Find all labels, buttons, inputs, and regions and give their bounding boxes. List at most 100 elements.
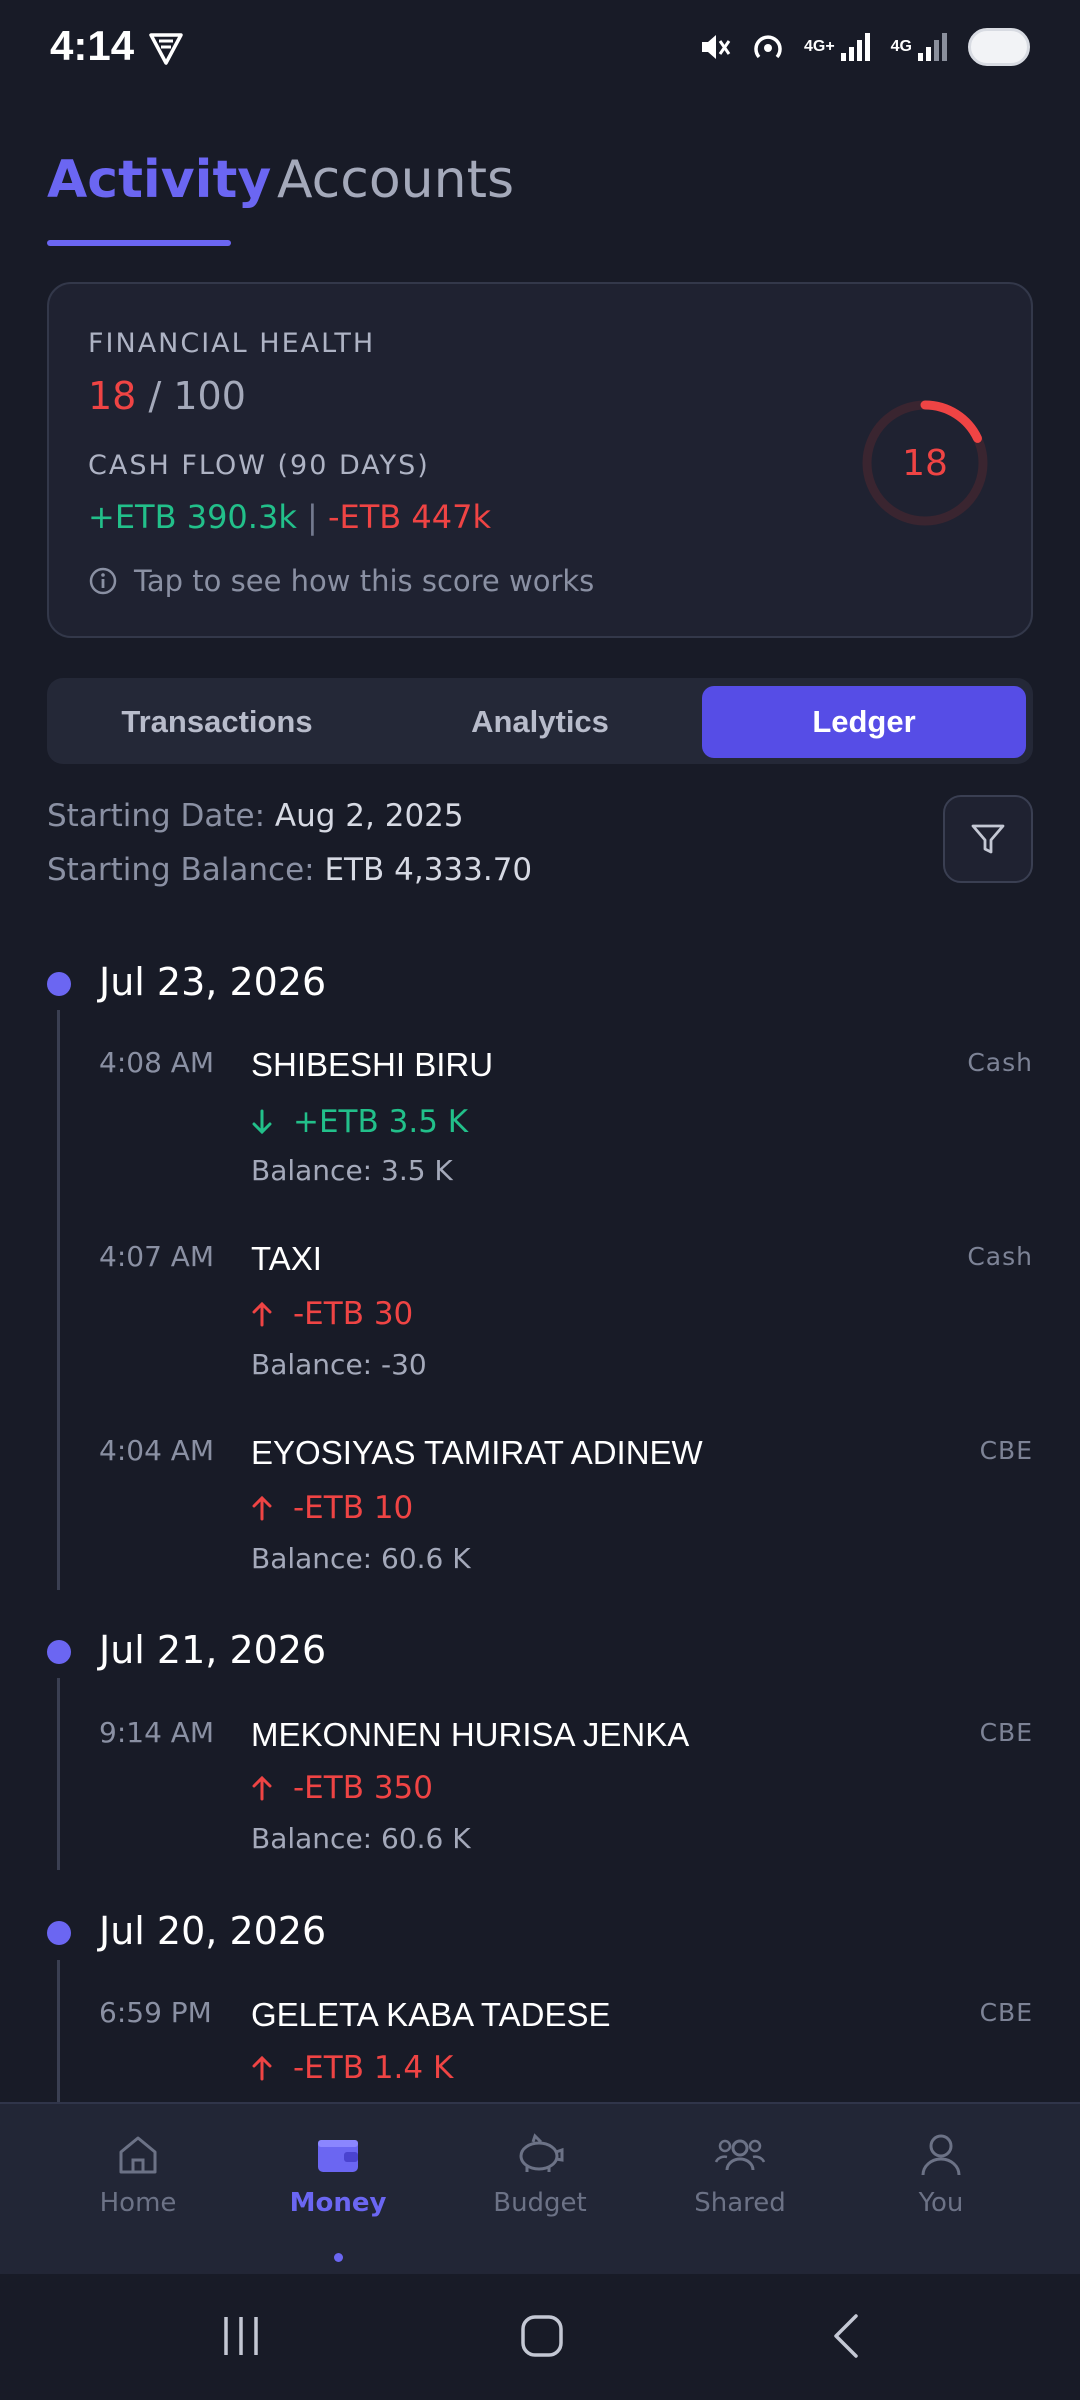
transaction-time: 6:59 PM bbox=[99, 1996, 212, 2029]
transaction-balance: Balance: -30 bbox=[251, 1348, 427, 1381]
nav-shared[interactable]: Shared bbox=[665, 2130, 815, 2218]
cashflow-title: CASH FLOW (90 DAYS) bbox=[88, 450, 430, 481]
transaction-amount: -ETB 350 bbox=[251, 1770, 433, 1806]
cashflow-inflow: +ETB 390.3k bbox=[88, 498, 297, 536]
signal-1-icon bbox=[840, 33, 870, 61]
wallet-icon bbox=[318, 2140, 358, 2172]
nav-home[interactable]: Home bbox=[63, 2130, 213, 2218]
score-info-text: Tap to see how this score works bbox=[134, 564, 595, 598]
arrow-down-icon bbox=[252, 1109, 272, 1135]
transaction-amount: -ETB 1.4 K bbox=[251, 2050, 453, 2086]
filter-icon bbox=[971, 824, 1005, 854]
nav-you[interactable]: You bbox=[866, 2130, 1016, 2218]
user-icon bbox=[921, 2134, 961, 2176]
transaction-amount: +ETB 3.5 K bbox=[251, 1104, 468, 1140]
date-marker bbox=[47, 972, 71, 996]
transaction-account: Cash bbox=[967, 1048, 1033, 1077]
status-time: 4:14 bbox=[50, 22, 135, 69]
transaction-balance: Balance: 3.5 K bbox=[251, 1154, 453, 1187]
recent-apps-icon[interactable] bbox=[218, 2313, 264, 2359]
status-icons: 4G+ 4G bbox=[698, 28, 1030, 66]
starting-date-label: Starting Date: bbox=[47, 798, 266, 834]
transaction-amount-value: -ETB 1.4 K bbox=[293, 2050, 454, 2086]
date-header: Jul 23, 2026 bbox=[99, 960, 327, 1004]
arrow-up-icon bbox=[252, 1495, 272, 1521]
back-icon[interactable] bbox=[826, 2312, 866, 2360]
hotspot-icon bbox=[754, 35, 782, 59]
network-1: 4G+ bbox=[804, 31, 873, 63]
transaction-amount: -ETB 30 bbox=[251, 1296, 413, 1332]
timeline-line bbox=[57, 1678, 60, 1870]
filter-button[interactable] bbox=[943, 795, 1033, 883]
cashflow-values: +ETB 390.3k | -ETB 447k bbox=[88, 498, 491, 536]
transaction-name[interactable]: EYOSIYAS TAMIRAT ADINEW bbox=[251, 1434, 703, 1472]
tab-activity[interactable]: Activity bbox=[47, 150, 271, 210]
transaction-time: 4:08 AM bbox=[99, 1046, 215, 1079]
health-score: 18 / 100 bbox=[88, 374, 246, 418]
vpn-shield-icon bbox=[149, 33, 183, 65]
date-header: Jul 21, 2026 bbox=[99, 1628, 327, 1672]
date-marker bbox=[47, 1640, 71, 1664]
transaction-name[interactable]: GELETA KABA TADESE bbox=[251, 1996, 611, 2034]
starting-date-value: Aug 2, 2025 bbox=[274, 798, 464, 834]
transaction-account: CBE bbox=[979, 1998, 1033, 2027]
nav-money[interactable]: Money bbox=[263, 2130, 413, 2218]
timeline-line bbox=[57, 1960, 60, 2102]
battery-icon bbox=[968, 28, 1030, 66]
transaction-balance: Balance: 60.6 K bbox=[251, 1542, 471, 1575]
transaction-amount-value: -ETB 350 bbox=[293, 1770, 433, 1806]
date-header: Jul 20, 2026 bbox=[99, 1909, 327, 1953]
transaction-time: 4:07 AM bbox=[99, 1240, 215, 1273]
segment-analytics[interactable]: Analytics bbox=[378, 686, 702, 758]
starting-date: Starting Date: Aug 2, 2025 bbox=[47, 798, 464, 834]
health-score-separator: / bbox=[148, 374, 162, 418]
arrow-up-icon bbox=[252, 1301, 272, 1327]
transaction-amount-value: -ETB 10 bbox=[293, 1490, 414, 1526]
score-info-link[interactable]: Tap to see how this score works bbox=[88, 564, 594, 598]
transaction-account: CBE bbox=[979, 1436, 1033, 1465]
date-marker bbox=[47, 1921, 71, 1945]
home-icon bbox=[119, 2136, 157, 2174]
transaction-amount: -ETB 10 bbox=[251, 1490, 413, 1526]
transaction-account: Cash bbox=[967, 1242, 1033, 1271]
transaction-time: 4:04 AM bbox=[99, 1434, 215, 1467]
cashflow-divider: | bbox=[307, 498, 318, 536]
home-button-icon[interactable] bbox=[518, 2312, 566, 2360]
transaction-balance: Balance: 60.6 K bbox=[251, 1822, 471, 1855]
health-score-value: 18 bbox=[88, 374, 137, 418]
health-gauge-value: 18 bbox=[902, 442, 948, 484]
signal-2-icon bbox=[918, 33, 947, 61]
network-2-label: 4G bbox=[890, 38, 912, 55]
transaction-name[interactable]: MEKONNEN HURISA JENKA bbox=[251, 1716, 689, 1754]
segment-transactions[interactable]: Transactions bbox=[55, 686, 379, 758]
mute-icon bbox=[701, 35, 731, 59]
nav-money-label: Money bbox=[289, 2188, 387, 2218]
health-score-max: 100 bbox=[173, 374, 246, 418]
health-title: FINANCIAL HEALTH bbox=[88, 328, 376, 359]
transaction-name[interactable]: SHIBESHI BIRU bbox=[251, 1046, 493, 1084]
arrow-up-icon bbox=[252, 2055, 272, 2081]
nav-you-label: You bbox=[918, 2188, 964, 2218]
network-1-label: 4G+ bbox=[803, 38, 835, 55]
arrow-up-icon bbox=[252, 1775, 272, 1801]
network-2: 4G bbox=[891, 31, 950, 63]
nav-home-label: Home bbox=[99, 2188, 177, 2218]
transaction-amount-value: +ETB 3.5 K bbox=[293, 1104, 469, 1140]
transaction-name[interactable]: TAXI bbox=[251, 1240, 322, 1278]
piggy-bank-icon bbox=[519, 2133, 564, 2172]
nav-budget-label: Budget bbox=[493, 2188, 587, 2218]
timeline-line bbox=[57, 1010, 60, 1590]
starting-balance-value: ETB 4,333.70 bbox=[324, 852, 533, 888]
segment-ledger[interactable]: Ledger bbox=[702, 686, 1026, 758]
active-nav-indicator bbox=[334, 2253, 343, 2262]
tab-accounts[interactable]: Accounts bbox=[277, 150, 514, 210]
nav-shared-label: Shared bbox=[694, 2188, 786, 2218]
transaction-time: 9:14 AM bbox=[99, 1716, 215, 1749]
nav-budget[interactable]: Budget bbox=[465, 2130, 615, 2218]
transaction-amount-value: -ETB 30 bbox=[293, 1296, 414, 1332]
group-icon bbox=[714, 2139, 766, 2171]
starting-balance: Starting Balance: ETB 4,333.70 bbox=[47, 852, 532, 888]
active-tab-indicator bbox=[47, 240, 231, 246]
cashflow-outflow: -ETB 447k bbox=[327, 498, 492, 536]
starting-balance-label: Starting Balance: bbox=[47, 852, 315, 888]
